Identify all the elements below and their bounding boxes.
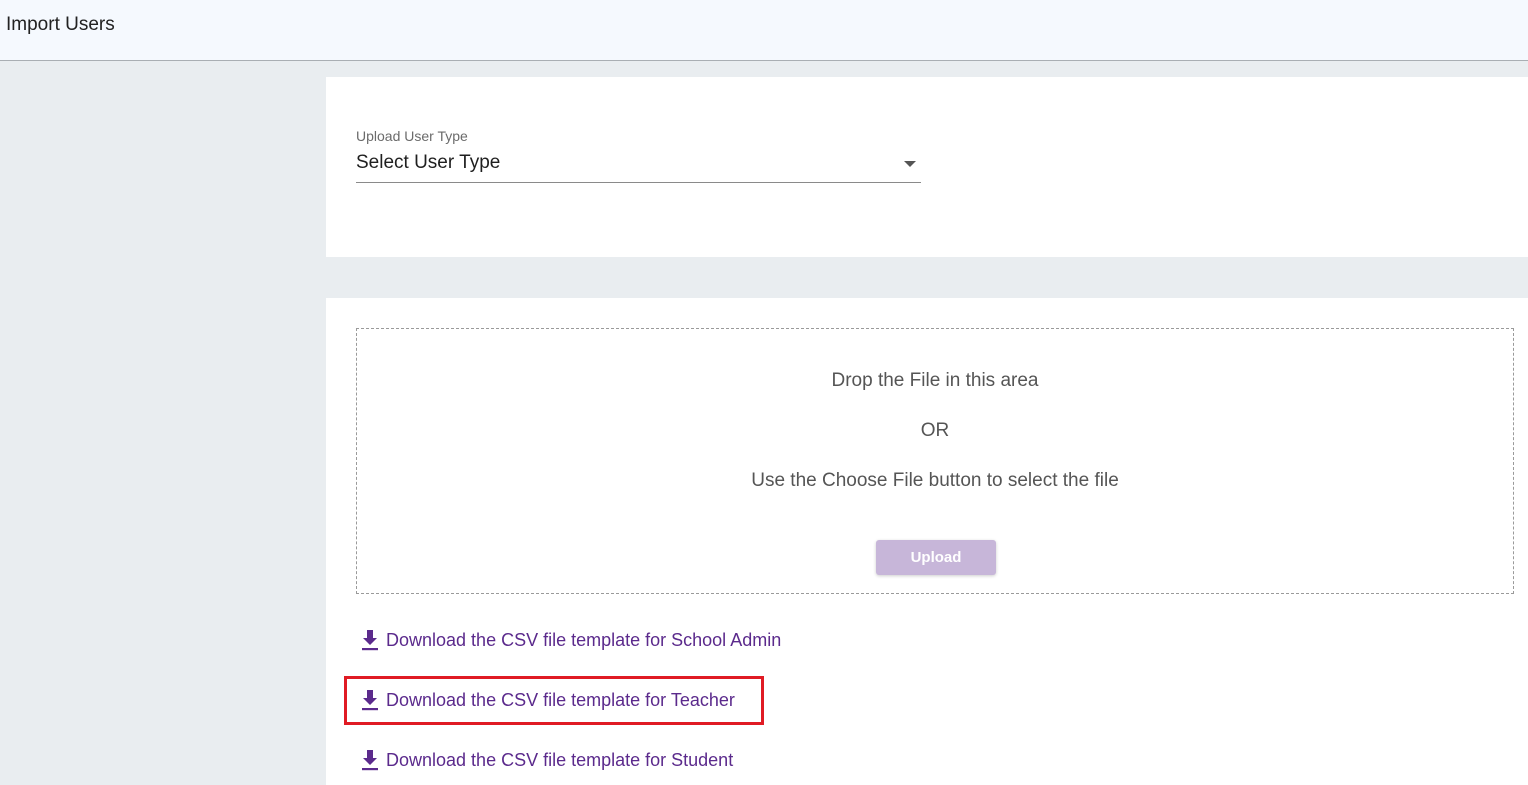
download-link-label: Download the CSV file template for Stude… bbox=[386, 749, 734, 770]
file-drop-zone[interactable]: Drop the File in this area OR Use the Ch… bbox=[356, 328, 1514, 594]
dropdown-arrow-icon bbox=[904, 161, 916, 167]
or-separator: OR bbox=[920, 420, 950, 441]
user-type-select[interactable]: Select User Type bbox=[356, 151, 921, 183]
download-school-admin-template-link[interactable]: Download the CSV file template for Schoo… bbox=[360, 627, 781, 653]
upload-button[interactable]: Upload bbox=[876, 540, 996, 575]
user-type-label: Upload User Type bbox=[356, 128, 468, 144]
user-type-card: Upload User Type Select User Type bbox=[326, 77, 1528, 257]
choose-file-instruction: Use the Choose File button to select the… bbox=[751, 470, 1119, 491]
download-link-label: Download the CSV file template for Schoo… bbox=[386, 629, 782, 650]
download-icon bbox=[362, 630, 378, 651]
teacher-link-highlight bbox=[344, 676, 764, 725]
page-title: Import Users bbox=[6, 14, 115, 35]
user-type-select-value: Select User Type bbox=[356, 152, 501, 173]
download-student-template-link[interactable]: Download the CSV file template for Stude… bbox=[360, 747, 733, 773]
top-bar: Import Users bbox=[0, 0, 1528, 61]
drop-instruction: Drop the File in this area bbox=[831, 370, 1039, 391]
download-icon bbox=[362, 750, 378, 771]
